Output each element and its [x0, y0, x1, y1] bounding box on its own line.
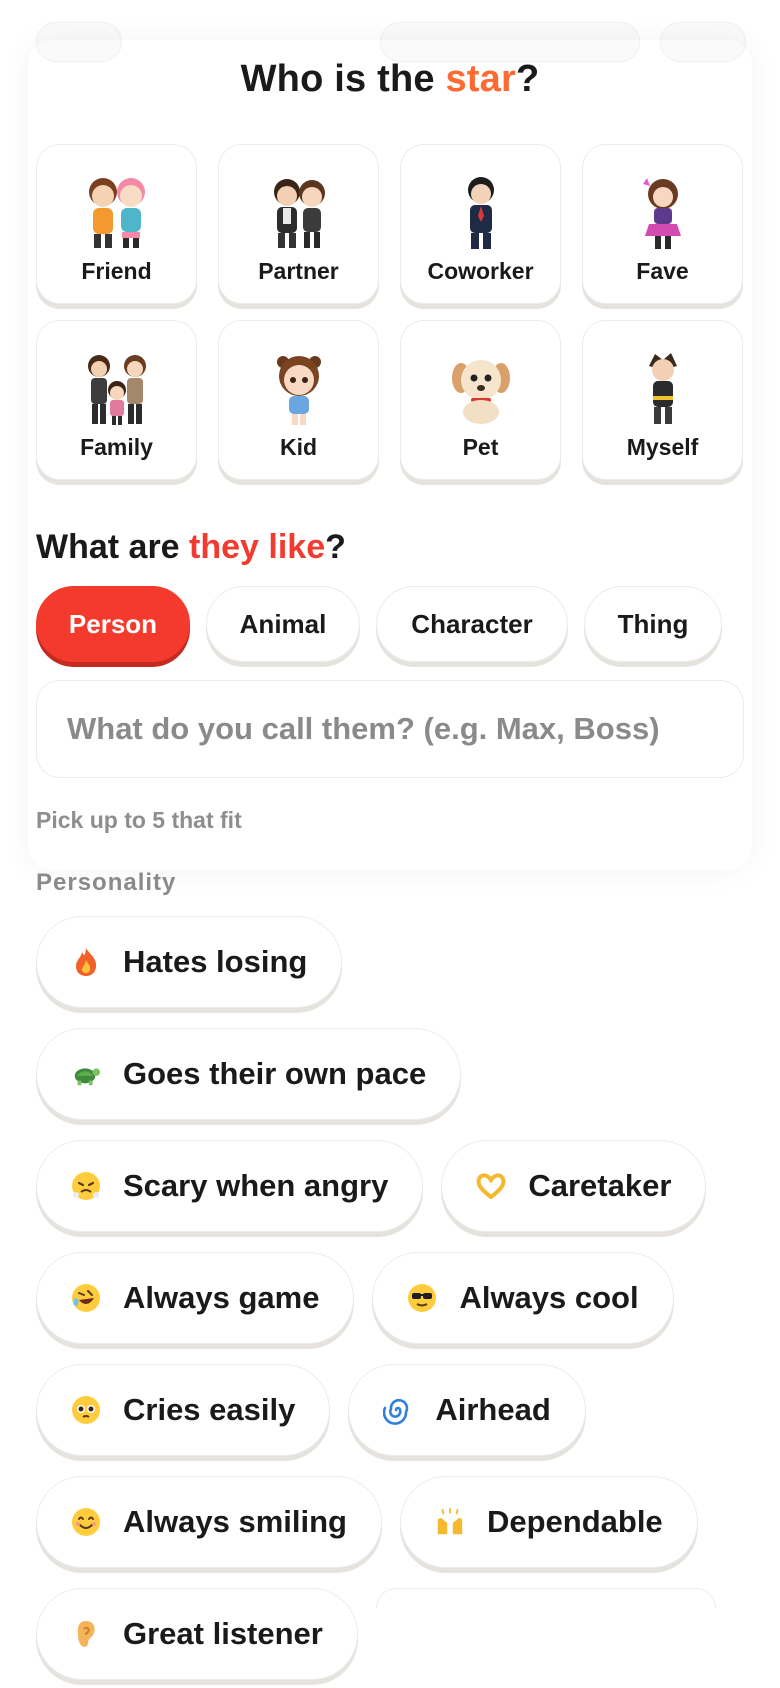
trait-label: Dependable — [486, 1504, 663, 1539]
title-highlight: star — [445, 58, 516, 100]
background-pill — [380, 22, 640, 62]
trait-label: Always cool — [459, 1280, 639, 1315]
type-character-button[interactable]: Character — [376, 586, 568, 662]
trait-always-game[interactable]: Always game — [36, 1252, 355, 1344]
couple-avatar-icon — [249, 166, 349, 252]
star-option-kid[interactable]: Kid — [218, 320, 379, 480]
trait-label: Airhead — [435, 1392, 551, 1427]
smiling-face-icon — [71, 1507, 101, 1537]
trait-always-cool[interactable]: Always cool — [372, 1252, 674, 1344]
star-option-partner[interactable]: Partner — [218, 144, 379, 304]
trait-great-listener[interactable]: Great listener — [36, 1588, 358, 1680]
idol-girl-avatar-icon — [613, 166, 713, 252]
trait-hates-losing[interactable]: Hates losing — [36, 916, 343, 1008]
trait-label: Great listener — [123, 1616, 323, 1651]
rofl-face-icon — [71, 1283, 101, 1313]
type-selector: Person Animal Character Thing — [36, 586, 722, 662]
fire-icon — [71, 947, 101, 977]
trait-label: Caretaker — [528, 1168, 672, 1203]
nickname-input[interactable] — [36, 680, 744, 778]
trait-label: Hates losing — [123, 944, 308, 979]
self-avatar-icon — [613, 342, 713, 428]
trait-cut-off[interactable] — [375, 1588, 716, 1608]
cyclone-icon — [383, 1395, 413, 1425]
star-option-coworker[interactable]: Coworker — [400, 144, 561, 304]
like-heading: What are they like? — [36, 528, 346, 566]
trait-scary-when-angry[interactable]: Scary when angry — [36, 1140, 424, 1232]
star-option-label: Coworker — [427, 258, 534, 284]
child-avatar-icon — [249, 342, 349, 428]
background-pill — [36, 22, 122, 62]
star-option-family[interactable]: Family — [36, 320, 197, 480]
star-option-label: Family — [80, 434, 153, 460]
personality-traits: Hates losing Goes their own pace Scary w… — [36, 916, 756, 1680]
background-pill — [660, 22, 746, 62]
steam-face-icon — [71, 1171, 101, 1201]
trait-dependable[interactable]: Dependable — [399, 1476, 698, 1568]
sunglasses-face-icon — [407, 1283, 437, 1313]
type-thing-button[interactable]: Thing — [584, 586, 722, 662]
star-option-label: Partner — [258, 258, 339, 284]
page-title: Who is the star? — [240, 58, 540, 100]
turtle-icon — [71, 1059, 101, 1089]
family-avatar-icon — [67, 342, 167, 428]
star-option-fave[interactable]: Fave — [582, 144, 743, 304]
star-options-grid: Friend Partner Coworker Fave Family Kid … — [36, 144, 744, 480]
pick-hint: Pick up to 5 that fit — [36, 807, 242, 833]
type-animal-button[interactable]: Animal — [206, 586, 360, 662]
trait-label: Cries easily — [123, 1392, 296, 1427]
trait-goes-their-own-pace[interactable]: Goes their own pace — [36, 1028, 462, 1120]
trait-label: Always smiling — [123, 1504, 347, 1539]
star-option-label: Fave — [636, 258, 689, 284]
category-label: Personality — [36, 869, 177, 896]
trait-cries-easily[interactable]: Cries easily — [36, 1364, 331, 1456]
heart-hands-icon — [476, 1171, 506, 1201]
trait-label: Goes their own pace — [123, 1056, 427, 1091]
star-option-label: Kid — [279, 434, 318, 460]
star-option-pet[interactable]: Pet — [400, 320, 561, 480]
trait-always-smiling[interactable]: Always smiling — [36, 1476, 382, 1568]
star-option-myself[interactable]: Myself — [582, 320, 743, 480]
trait-label: Always game — [123, 1280, 320, 1315]
trait-label: Scary when angry — [123, 1168, 389, 1203]
like-heading-highlight: they like — [189, 528, 326, 566]
pleading-face-icon — [71, 1395, 101, 1425]
star-option-friend[interactable]: Friend — [36, 144, 197, 304]
trait-caretaker[interactable]: Caretaker — [441, 1140, 707, 1232]
raised-hands-icon — [435, 1507, 465, 1537]
ear-icon — [71, 1619, 101, 1649]
suit-person-avatar-icon — [431, 166, 531, 252]
star-option-label: Friend — [81, 258, 152, 284]
star-option-label: Pet — [462, 434, 499, 460]
puppy-avatar-icon — [431, 342, 531, 428]
type-person-button[interactable]: Person — [36, 586, 190, 662]
trait-airhead[interactable]: Airhead — [348, 1364, 586, 1456]
star-option-label: Myself — [626, 434, 699, 460]
two-friends-avatar-icon — [67, 166, 167, 252]
